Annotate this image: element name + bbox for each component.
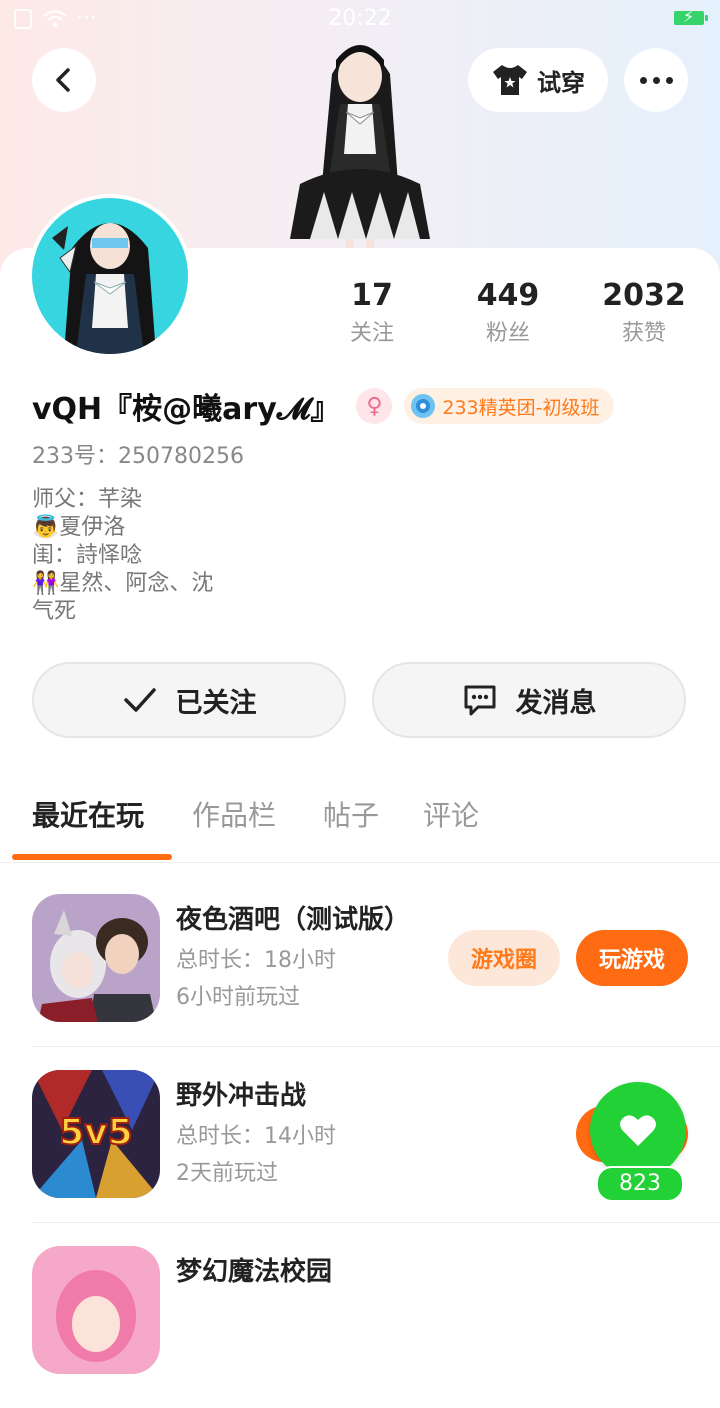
game-circle-button[interactable]: 游戏圈 bbox=[448, 930, 560, 986]
battery-icon: ⚡ bbox=[674, 7, 708, 26]
heart-icon bbox=[620, 1115, 656, 1146]
gem-badge-icon bbox=[411, 394, 436, 418]
game-title: 夜色酒吧（测试版） bbox=[176, 905, 411, 935]
female-gender-icon: ♀ bbox=[356, 388, 393, 424]
tshirt-icon bbox=[493, 65, 527, 95]
stat-label: 获赞 bbox=[621, 321, 666, 346]
bio-line: 气死 bbox=[32, 599, 77, 624]
back-button[interactable] bbox=[32, 48, 96, 112]
game-icon-image bbox=[32, 1246, 160, 1374]
more-icon bbox=[639, 76, 673, 84]
game-icon[interactable] bbox=[32, 1246, 160, 1374]
game-icon-image: 5v5 bbox=[32, 1070, 160, 1198]
game-duration: 总时长：18小时 bbox=[176, 948, 336, 973]
stat-value: 2032 bbox=[602, 278, 686, 313]
send-message-label: 发消息 bbox=[515, 687, 597, 719]
badge-label: 233精英团-初级班 bbox=[442, 396, 600, 419]
following-label: 已关注 bbox=[175, 687, 257, 719]
user-id[interactable]: 233号：250780256 bbox=[32, 440, 244, 474]
membership-badge[interactable]: 233精英团-初级班 bbox=[404, 388, 614, 424]
game-icon[interactable]: 5v5 bbox=[32, 1070, 160, 1198]
game-list-item[interactable]: 梦幻魔法校园 bbox=[0, 1232, 720, 1408]
stat-label: 关注 bbox=[349, 321, 394, 346]
tab-posts[interactable]: 帖子 bbox=[323, 790, 379, 842]
chevron-left-icon bbox=[56, 68, 70, 92]
game-title: 梦幻魔法校园 bbox=[176, 1257, 333, 1287]
try-on-label: 试穿 bbox=[537, 68, 585, 97]
like-count: 823 bbox=[596, 1166, 684, 1202]
avatar-character-figure bbox=[290, 45, 430, 252]
stat-value: 17 bbox=[351, 278, 393, 313]
stat-following[interactable]: 17 关注 bbox=[312, 276, 432, 352]
divider bbox=[32, 1222, 720, 1223]
tab-comments[interactable]: 评论 bbox=[423, 790, 479, 842]
bio-line: 闺：詩怿唸 bbox=[32, 543, 143, 568]
like-button[interactable] bbox=[590, 1082, 686, 1178]
name-row: vQH『桉@曦ary𝓜』 ♀ 233精英团-初级班 bbox=[32, 384, 614, 428]
bio-line: 👭星然、阿念、沈 bbox=[32, 571, 214, 596]
profile-stats: 17 关注 449 粉丝 2032 获赞 bbox=[0, 276, 720, 356]
more-options-button[interactable] bbox=[624, 48, 688, 112]
game-icon-text: 5v5 bbox=[59, 1112, 133, 1153]
stat-fans[interactable]: 449 粉丝 bbox=[448, 276, 568, 352]
divider bbox=[32, 1046, 720, 1047]
try-on-button[interactable]: 试穿 bbox=[468, 48, 608, 112]
game-title: 野外冲击战 bbox=[176, 1081, 307, 1111]
game-icon[interactable] bbox=[32, 894, 160, 1022]
tab-works[interactable]: 作品栏 bbox=[192, 790, 276, 842]
active-tab-indicator bbox=[12, 854, 172, 860]
check-icon bbox=[123, 688, 156, 712]
following-button[interactable]: 已关注 bbox=[32, 662, 346, 738]
game-icon-image bbox=[32, 894, 160, 1022]
stat-likes[interactable]: 2032 获赞 bbox=[584, 276, 704, 352]
game-list-item[interactable]: 夜色酒吧（测试版） 总时长：18小时 6小时前玩过 游戏圈 玩游戏 bbox=[0, 880, 720, 1056]
stat-value: 449 bbox=[476, 278, 540, 313]
send-message-button[interactable]: 发消息 bbox=[372, 662, 686, 738]
stat-label: 粉丝 bbox=[485, 321, 530, 346]
bio-line: 师父：芊染 bbox=[32, 487, 143, 512]
game-last-played: 2天前玩过 bbox=[176, 1161, 278, 1186]
game-last-played: 6小时前玩过 bbox=[176, 985, 300, 1010]
game-duration: 总时长：14小时 bbox=[176, 1124, 336, 1149]
play-game-button[interactable]: 玩游戏 bbox=[576, 930, 688, 986]
username: vQH『桉@曦ary𝓜』 bbox=[32, 392, 341, 427]
message-icon bbox=[464, 685, 495, 716]
status-time: 20:22 bbox=[328, 6, 392, 31]
profile-tabs: 最近在玩 作品栏 帖子 评论 bbox=[0, 790, 720, 863]
bio: 师父：芊染 👼夏伊洛 闺：詩怿唸 👭星然、阿念、沈 气死 bbox=[32, 486, 332, 626]
tab-recently-played[interactable]: 最近在玩 bbox=[32, 790, 144, 842]
bio-line: 👼夏伊洛 bbox=[32, 515, 126, 540]
